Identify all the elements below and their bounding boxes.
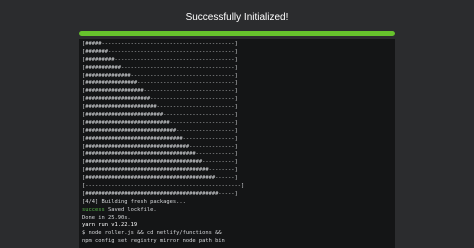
terminal-command-line: $ node roller.js && cd netlify/functions… <box>82 230 222 237</box>
terminal-progress-line: [#########------------------------------… <box>82 56 238 63</box>
terminal-progress-line: [################################-------… <box>82 143 238 150</box>
progress-bar <box>79 31 395 36</box>
terminal-output[interactable]: [#####----------------------------------… <box>79 39 395 248</box>
success-label: success <box>82 206 105 213</box>
terminal-progress-line: [######################################-… <box>82 167 238 174</box>
terminal-build-line: [4/4] Building fresh packages... <box>82 198 186 205</box>
terminal-progress-line: [############################-----------… <box>82 127 238 134</box>
terminal-progress-line: [##########################-------------… <box>82 119 238 126</box>
terminal-command-line-2: npm config set registry mirror node path… <box>82 238 225 245</box>
page-title: Successfully Initialized! <box>185 12 289 23</box>
terminal-progress-line: [#######################################… <box>82 175 238 182</box>
terminal-progress-line: [---------------------------------------… <box>82 183 245 190</box>
terminal-progress-line: [#####----------------------------------… <box>82 41 238 47</box>
success-message: Saved lockfile. <box>104 206 157 213</box>
terminal-progress-line: [####################-------------------… <box>82 96 238 103</box>
terminal-progress-line: [################-----------------------… <box>82 80 238 87</box>
terminal-progress-line: [########################---------------… <box>82 112 238 119</box>
terminal-progress-line: [####################################---… <box>82 159 238 166</box>
terminal-yarn-line: yarn run v1.22.19 <box>82 222 138 229</box>
terminal-progress-line: [#######--------------------------------… <box>82 48 238 55</box>
terminal-progress-line: [##################---------------------… <box>82 88 238 95</box>
terminal-progress-line: [######################-----------------… <box>82 104 238 111</box>
terminal-success-line: success Saved lockfile. <box>82 207 244 215</box>
terminal-lines: [#####----------------------------------… <box>82 41 244 246</box>
terminal-progress-line: [#######################################… <box>82 190 238 197</box>
terminal-progress-line: [##################################-----… <box>82 151 238 158</box>
terminal-progress-line: [###########----------------------------… <box>82 64 238 71</box>
terminal-done-line: Done in 25.90s. <box>82 214 131 221</box>
terminal-progress-line: [##############-------------------------… <box>82 72 238 79</box>
terminal-progress-line: [##############################---------… <box>82 135 238 142</box>
progress-bar-fill <box>79 31 395 36</box>
